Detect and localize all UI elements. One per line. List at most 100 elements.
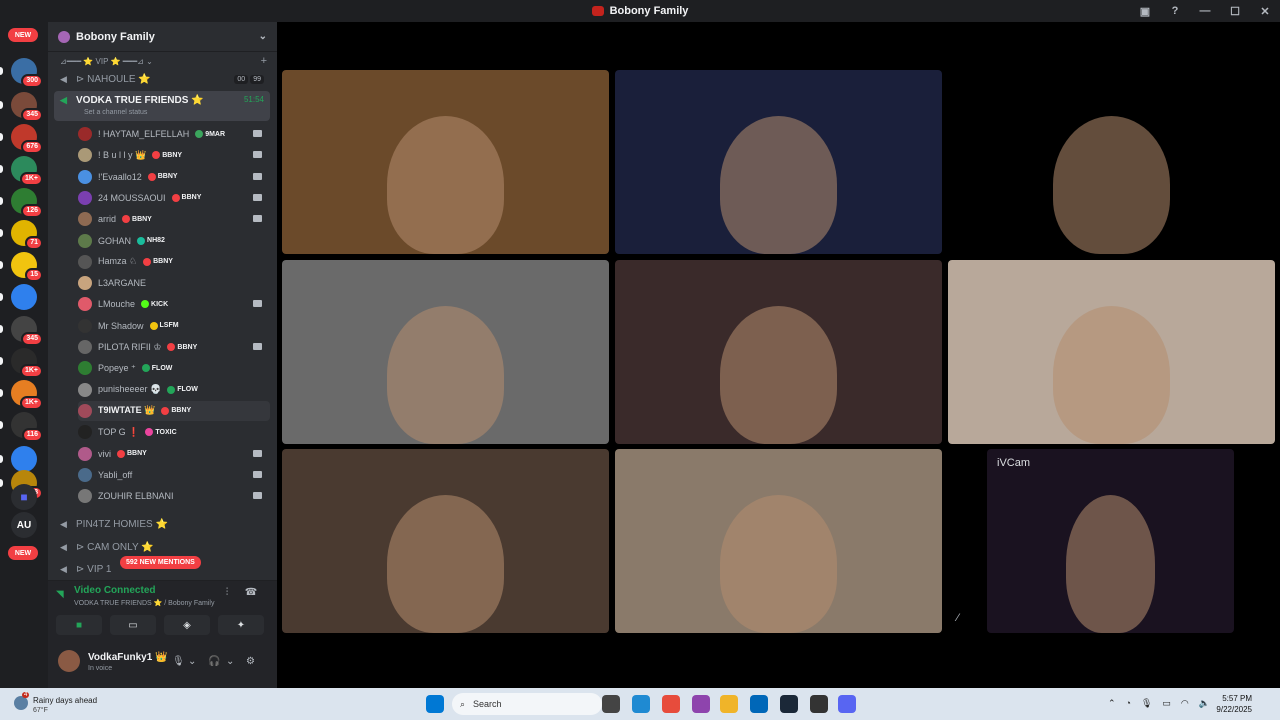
- video-tile[interactable]: [615, 449, 942, 633]
- server-icon[interactable]: 1K+: [0, 348, 43, 378]
- network-icon[interactable]: ◔: [1126, 698, 1131, 709]
- server-au[interactable]: AU: [11, 512, 37, 538]
- video-tile[interactable]: [282, 449, 609, 633]
- display-icon[interactable]: ▭: [1162, 698, 1171, 709]
- close-button[interactable]: ✕: [1250, 5, 1280, 18]
- voice-member[interactable]: TOP G ❗ TOXIC: [78, 422, 270, 442]
- inbox-icon[interactable]: ▣: [1130, 5, 1160, 18]
- screen-share-button[interactable]: ▭: [110, 615, 156, 635]
- voice-member[interactable]: !'Evaallo12 BBNY: [78, 167, 270, 187]
- copilot-icon[interactable]: [692, 695, 710, 713]
- voice-channel-cam-only[interactable]: ◀ ⊳ CAM ONLY ⭐: [54, 537, 270, 557]
- activity-button[interactable]: ◈: [164, 615, 210, 635]
- camera-button[interactable]: ■: [56, 615, 102, 635]
- minimize-button[interactable]: —: [1190, 5, 1220, 17]
- headphones-icon[interactable]: 🎧: [208, 656, 220, 667]
- voice-member[interactable]: Hamza ♘ BBNY: [78, 252, 270, 272]
- guild-header[interactable]: Bobony Family ⌄: [48, 22, 277, 52]
- volume-icon[interactable]: 🔈: [1199, 698, 1210, 709]
- voice-member[interactable]: ! HAYTAM_ELFELLAH 9MAR: [78, 124, 270, 144]
- member-name: T9IWTATE 👑: [98, 405, 156, 416]
- mention-badge: 300: [21, 74, 43, 88]
- category-vip[interactable]: ⊿━━━ ⭐ VIP ⭐ ━━━⊿ ⌄ +: [48, 54, 277, 68]
- server-icon[interactable]: [0, 284, 37, 310]
- microphone-icon[interactable]: 🎙: [172, 656, 185, 667]
- chevron-up-icon[interactable]: ⌃: [1108, 698, 1116, 709]
- new-mentions-pill[interactable]: 592 NEW MENTIONS: [120, 556, 201, 569]
- gear-icon[interactable]: ⚙: [246, 656, 255, 667]
- store-icon[interactable]: [750, 695, 768, 713]
- video-tile[interactable]: iVCam: [987, 449, 1234, 633]
- server-icon[interactable]: [0, 446, 37, 472]
- file-explorer-icon[interactable]: [720, 695, 738, 713]
- chrome-icon[interactable]: [662, 695, 680, 713]
- voice-member[interactable]: Popeye ⁺ FLOW: [78, 358, 270, 378]
- voice-member[interactable]: T9IWTATE 👑 BBNY: [78, 400, 270, 421]
- voice-member[interactable]: 24 MOUSSAOUI BBNY: [78, 188, 270, 208]
- chevron-down-icon: ⌄: [258, 31, 267, 42]
- video-tile[interactable]: [948, 260, 1275, 444]
- disconnect-icon[interactable]: ☎: [244, 587, 258, 601]
- video-tile[interactable]: [948, 70, 1275, 254]
- voice-member[interactable]: arrid BBNY: [78, 209, 270, 229]
- soundboard-button[interactable]: ✦: [218, 615, 264, 635]
- noise-suppression-icon[interactable]: ⫶: [220, 587, 234, 601]
- avatar[interactable]: [58, 650, 80, 672]
- microphone-icon[interactable]: 🎙: [1141, 698, 1152, 709]
- voice-member[interactable]: GOHAN NH82: [78, 231, 270, 251]
- task-view-icon[interactable]: [602, 695, 620, 713]
- add-channel-icon[interactable]: +: [261, 55, 267, 67]
- username[interactable]: VodkaFunky1 👑: [88, 652, 168, 663]
- voice-member[interactable]: ! B u l l y 👑 BBNY: [78, 145, 270, 165]
- voice-channel-vodka[interactable]: ◀ VODKA TRUE FRIENDS ⭐ 51:54 Set a chann…: [54, 91, 270, 121]
- server-icon[interactable]: 71: [0, 220, 43, 250]
- taskbar-search[interactable]: ⌕ Search: [452, 693, 602, 715]
- voice-member[interactable]: Yabli_off: [78, 465, 270, 485]
- app-icon[interactable]: [810, 695, 828, 713]
- video-tile[interactable]: [282, 70, 609, 254]
- chevron-down-icon[interactable]: ⌄: [188, 656, 196, 667]
- voice-member[interactable]: vivi BBNY: [78, 444, 270, 464]
- server-icon[interactable]: 1K+: [0, 380, 43, 410]
- video-tile[interactable]: [282, 260, 609, 444]
- folder-icon[interactable]: ■: [11, 484, 37, 510]
- voice-member[interactable]: ZOUHIR ELBNANI: [78, 486, 270, 506]
- voice-member[interactable]: punisheeeer 💀 FLOW: [78, 380, 270, 400]
- server-icon[interactable]: 300: [0, 58, 43, 88]
- tag-label: NH82: [147, 237, 165, 244]
- voice-member[interactable]: PILOTA RIFII ♔ BBNY: [78, 337, 270, 357]
- video-tile[interactable]: [615, 70, 942, 254]
- server-icon[interactable]: 126: [0, 188, 43, 218]
- edge-icon[interactable]: [632, 695, 650, 713]
- camera-icon: [253, 193, 262, 201]
- clock[interactable]: 5:57 PM 9/22/2025: [1216, 693, 1252, 715]
- speaker-icon: ◀: [60, 95, 67, 105]
- help-icon[interactable]: ?: [1160, 5, 1190, 17]
- chevron-down-icon[interactable]: ⌄: [226, 656, 234, 667]
- server-icon[interactable]: 345: [0, 316, 43, 346]
- server-icon[interactable]: 116: [0, 412, 43, 442]
- steam-icon[interactable]: [780, 695, 798, 713]
- maximize-button[interactable]: ☐: [1220, 5, 1250, 18]
- weather-widget[interactable]: 4 Rainy days ahead 67°F: [8, 692, 128, 716]
- wifi-icon[interactable]: ◠: [1181, 698, 1189, 709]
- avatar: [78, 403, 92, 418]
- unread-pill: [0, 325, 3, 333]
- voice-status[interactable]: Video Connected: [74, 585, 156, 596]
- voice-member[interactable]: L3ARGANE: [78, 273, 270, 293]
- unread-pill: [0, 389, 3, 397]
- channel-status[interactable]: Set a channel status: [84, 109, 147, 116]
- server-icon[interactable]: 345: [0, 92, 43, 122]
- server-icon[interactable]: 15: [0, 252, 43, 282]
- start-icon[interactable]: [426, 695, 444, 713]
- voice-channel-pin4tz[interactable]: ◀ PIN4TZ HOMIES ⭐: [54, 514, 270, 534]
- discord-icon[interactable]: [838, 695, 856, 713]
- voice-channel-nahoule[interactable]: ◀ ⊳ NAHOULE ⭐ 00 99: [54, 69, 270, 89]
- video-tile[interactable]: [615, 260, 942, 444]
- server-icon[interactable]: 676: [0, 124, 43, 154]
- voice-subtitle[interactable]: VODKA TRUE FRIENDS ⭐ / Bobony Family: [74, 599, 214, 607]
- voice-member[interactable]: LMouche KICK: [78, 294, 270, 314]
- member-tag: KICK: [141, 300, 168, 309]
- voice-member[interactable]: Mr Shadow LSFM: [78, 316, 270, 336]
- server-icon[interactable]: 1K+: [0, 156, 43, 186]
